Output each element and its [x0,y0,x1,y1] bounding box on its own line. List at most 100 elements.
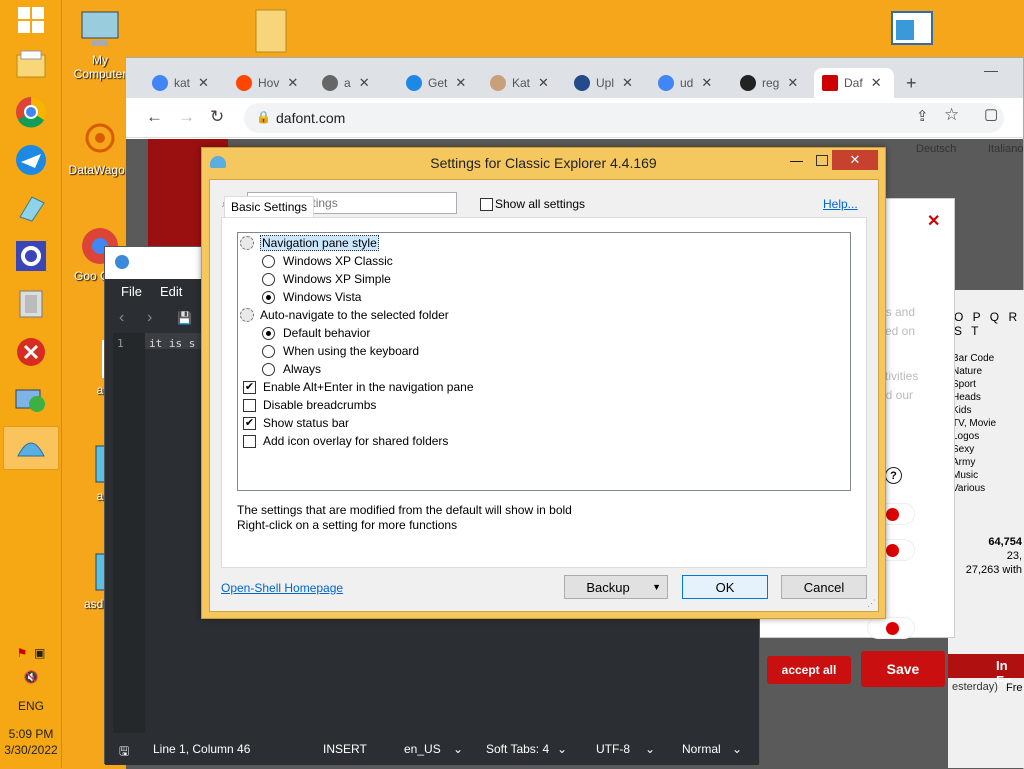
flag-icon[interactable]: ⚑ [17,646,28,660]
cursor-position[interactable]: Line 1, Column 46 [153,742,250,756]
save-icon[interactable]: 💾 [177,311,192,325]
category-item[interactable]: Sport [952,378,996,391]
back-icon[interactable]: ← [146,107,163,127]
tab-github[interactable]: reg ✕ [740,68,798,98]
sidepanel-icon[interactable]: ▢ [984,105,998,123]
ok-button[interactable]: OK [682,575,768,599]
tab-google-ud[interactable]: ud ✕ [658,68,712,98]
help-link[interactable]: Help... [823,197,858,211]
tab-google-kat[interactable]: kat ✕ [152,68,209,98]
taskbar-archive[interactable] [3,282,59,326]
radio-button[interactable] [262,254,275,268]
checkbox[interactable]: ✔ [243,416,256,430]
tab-kat[interactable]: Kat ✕ [490,68,549,98]
radio-button[interactable] [262,290,275,304]
new-tab-button[interactable]: + [906,68,917,98]
chevron-down-icon[interactable]: ⌄ [732,742,742,756]
close-icon[interactable]: ✕ [832,150,878,170]
setting-group[interactable]: Navigation pane style [240,234,379,252]
close-icon[interactable]: ✕ [287,75,298,91]
toggle-switch[interactable] [867,617,915,639]
taskbar-file-explorer[interactable] [3,42,59,86]
category-item[interactable]: Various [952,482,996,495]
taskbar-app-blue[interactable] [3,138,59,182]
clock-time[interactable]: 5:09 PM [0,727,62,741]
setting-check[interactable]: ✔ Show status bar [243,414,349,432]
close-icon[interactable]: ✕ [787,75,798,91]
tab-globe[interactable]: a ✕ [322,68,370,98]
tray-icons[interactable]: ⚑ ▣ [0,646,62,660]
share-icon[interactable]: ⇪ [916,107,929,125]
category-item[interactable]: Nature [952,365,996,378]
setting-check[interactable]: Disable breadcrumbs [243,396,376,414]
minimize-icon[interactable]: — [984,58,998,82]
taskbar-notebook[interactable] [3,186,59,230]
taskbar-classic-shell[interactable] [3,426,59,470]
view-select[interactable]: Normal [682,742,721,756]
tabs-select[interactable]: Soft Tabs: 4 [486,742,549,756]
setting-radio[interactable]: Windows XP Simple [262,270,391,288]
setting-check[interactable]: Add icon overlay for shared folders [243,432,448,450]
close-icon[interactable]: ✕ [455,75,466,91]
radio-button[interactable] [262,344,275,358]
close-icon[interactable]: ✕ [198,75,209,91]
category-item[interactable]: TV, Movie [952,417,996,430]
save-icon[interactable]: 🖫 [119,742,129,763]
close-icon[interactable]: ✕ [871,75,882,91]
help-icon[interactable]: ? [885,467,902,484]
checkbox[interactable] [243,398,256,412]
maximize-icon[interactable] [816,155,828,166]
locale-select[interactable]: en_US [404,742,441,756]
show-all-checkbox[interactable] [480,198,493,211]
taskbar-chrome[interactable] [3,90,59,134]
radio-button[interactable] [262,326,275,340]
taskbar-settings[interactable] [3,234,59,278]
forward-icon[interactable]: › [147,309,152,327]
minimize-icon[interactable]: — [790,153,803,168]
radio-button[interactable] [262,272,275,286]
resize-grip-icon[interactable]: ⋰ [867,598,876,609]
chevron-down-icon[interactable]: ⌄ [453,742,463,756]
setting-radio[interactable]: When using the keyboard [262,342,419,360]
menu-file[interactable]: File [121,284,142,299]
cancel-button[interactable]: Cancel [781,575,867,599]
menu-edit[interactable]: Edit [160,284,182,299]
setting-radio[interactable]: Windows Vista [262,288,361,306]
category-item[interactable]: Bar Code [952,352,996,365]
back-icon[interactable]: ‹ [119,309,124,327]
lang-deutsch[interactable]: Deutsch [916,143,956,155]
setting-check[interactable]: ✔ Enable Alt+Enter in the navigation pane [243,378,474,396]
close-icon[interactable]: ✕ [701,75,712,91]
radio-button[interactable] [262,362,275,376]
omnibox[interactable]: 🔒 dafont.com [244,103,1004,133]
chevron-down-icon[interactable]: ⌄ [645,742,655,756]
category-item[interactable]: Logos [952,430,996,443]
homepage-link[interactable]: Open-Shell Homepage [221,581,343,595]
desktop-icon-window[interactable] [876,10,948,49]
taskbar-sync[interactable] [3,378,59,422]
tab-reddit[interactable]: Hov ✕ [236,68,298,98]
setting-group[interactable]: Auto-navigate to the selected folder [240,306,449,324]
star-icon[interactable]: ☆ [944,105,959,125]
setting-radio[interactable]: Default behavior [262,324,370,342]
chevron-down-icon[interactable]: ⌄ [557,742,567,756]
accept-all-button[interactable]: accept all [767,656,851,684]
encoding-select[interactable]: UTF-8 [596,742,630,756]
language-indicator[interactable]: ENG [0,699,62,713]
tab-basic-settings[interactable]: Basic Settings [224,196,315,217]
volume-muted-icon[interactable]: 🔇 [0,670,62,684]
checkbox[interactable]: ✔ [243,380,256,394]
network-icon[interactable]: ▣ [34,646,45,660]
lang-italiano[interactable]: Italiano [988,143,1023,155]
tab-dafont[interactable]: Daf ✕ [814,68,894,98]
close-icon[interactable]: ✕ [359,75,370,91]
forward-icon[interactable]: → [178,107,195,127]
category-item[interactable]: Music [952,469,996,482]
taskbar-close-app[interactable] [3,330,59,374]
insert-mode[interactable]: INSERT [323,742,367,756]
close-icon[interactable]: ✕ [927,211,940,231]
close-icon[interactable]: ✕ [622,75,633,91]
alphabet-nav[interactable]: O P Q R S T [954,310,1024,338]
checkbox[interactable] [243,434,256,448]
tab-get[interactable]: Get ✕ [406,68,466,98]
